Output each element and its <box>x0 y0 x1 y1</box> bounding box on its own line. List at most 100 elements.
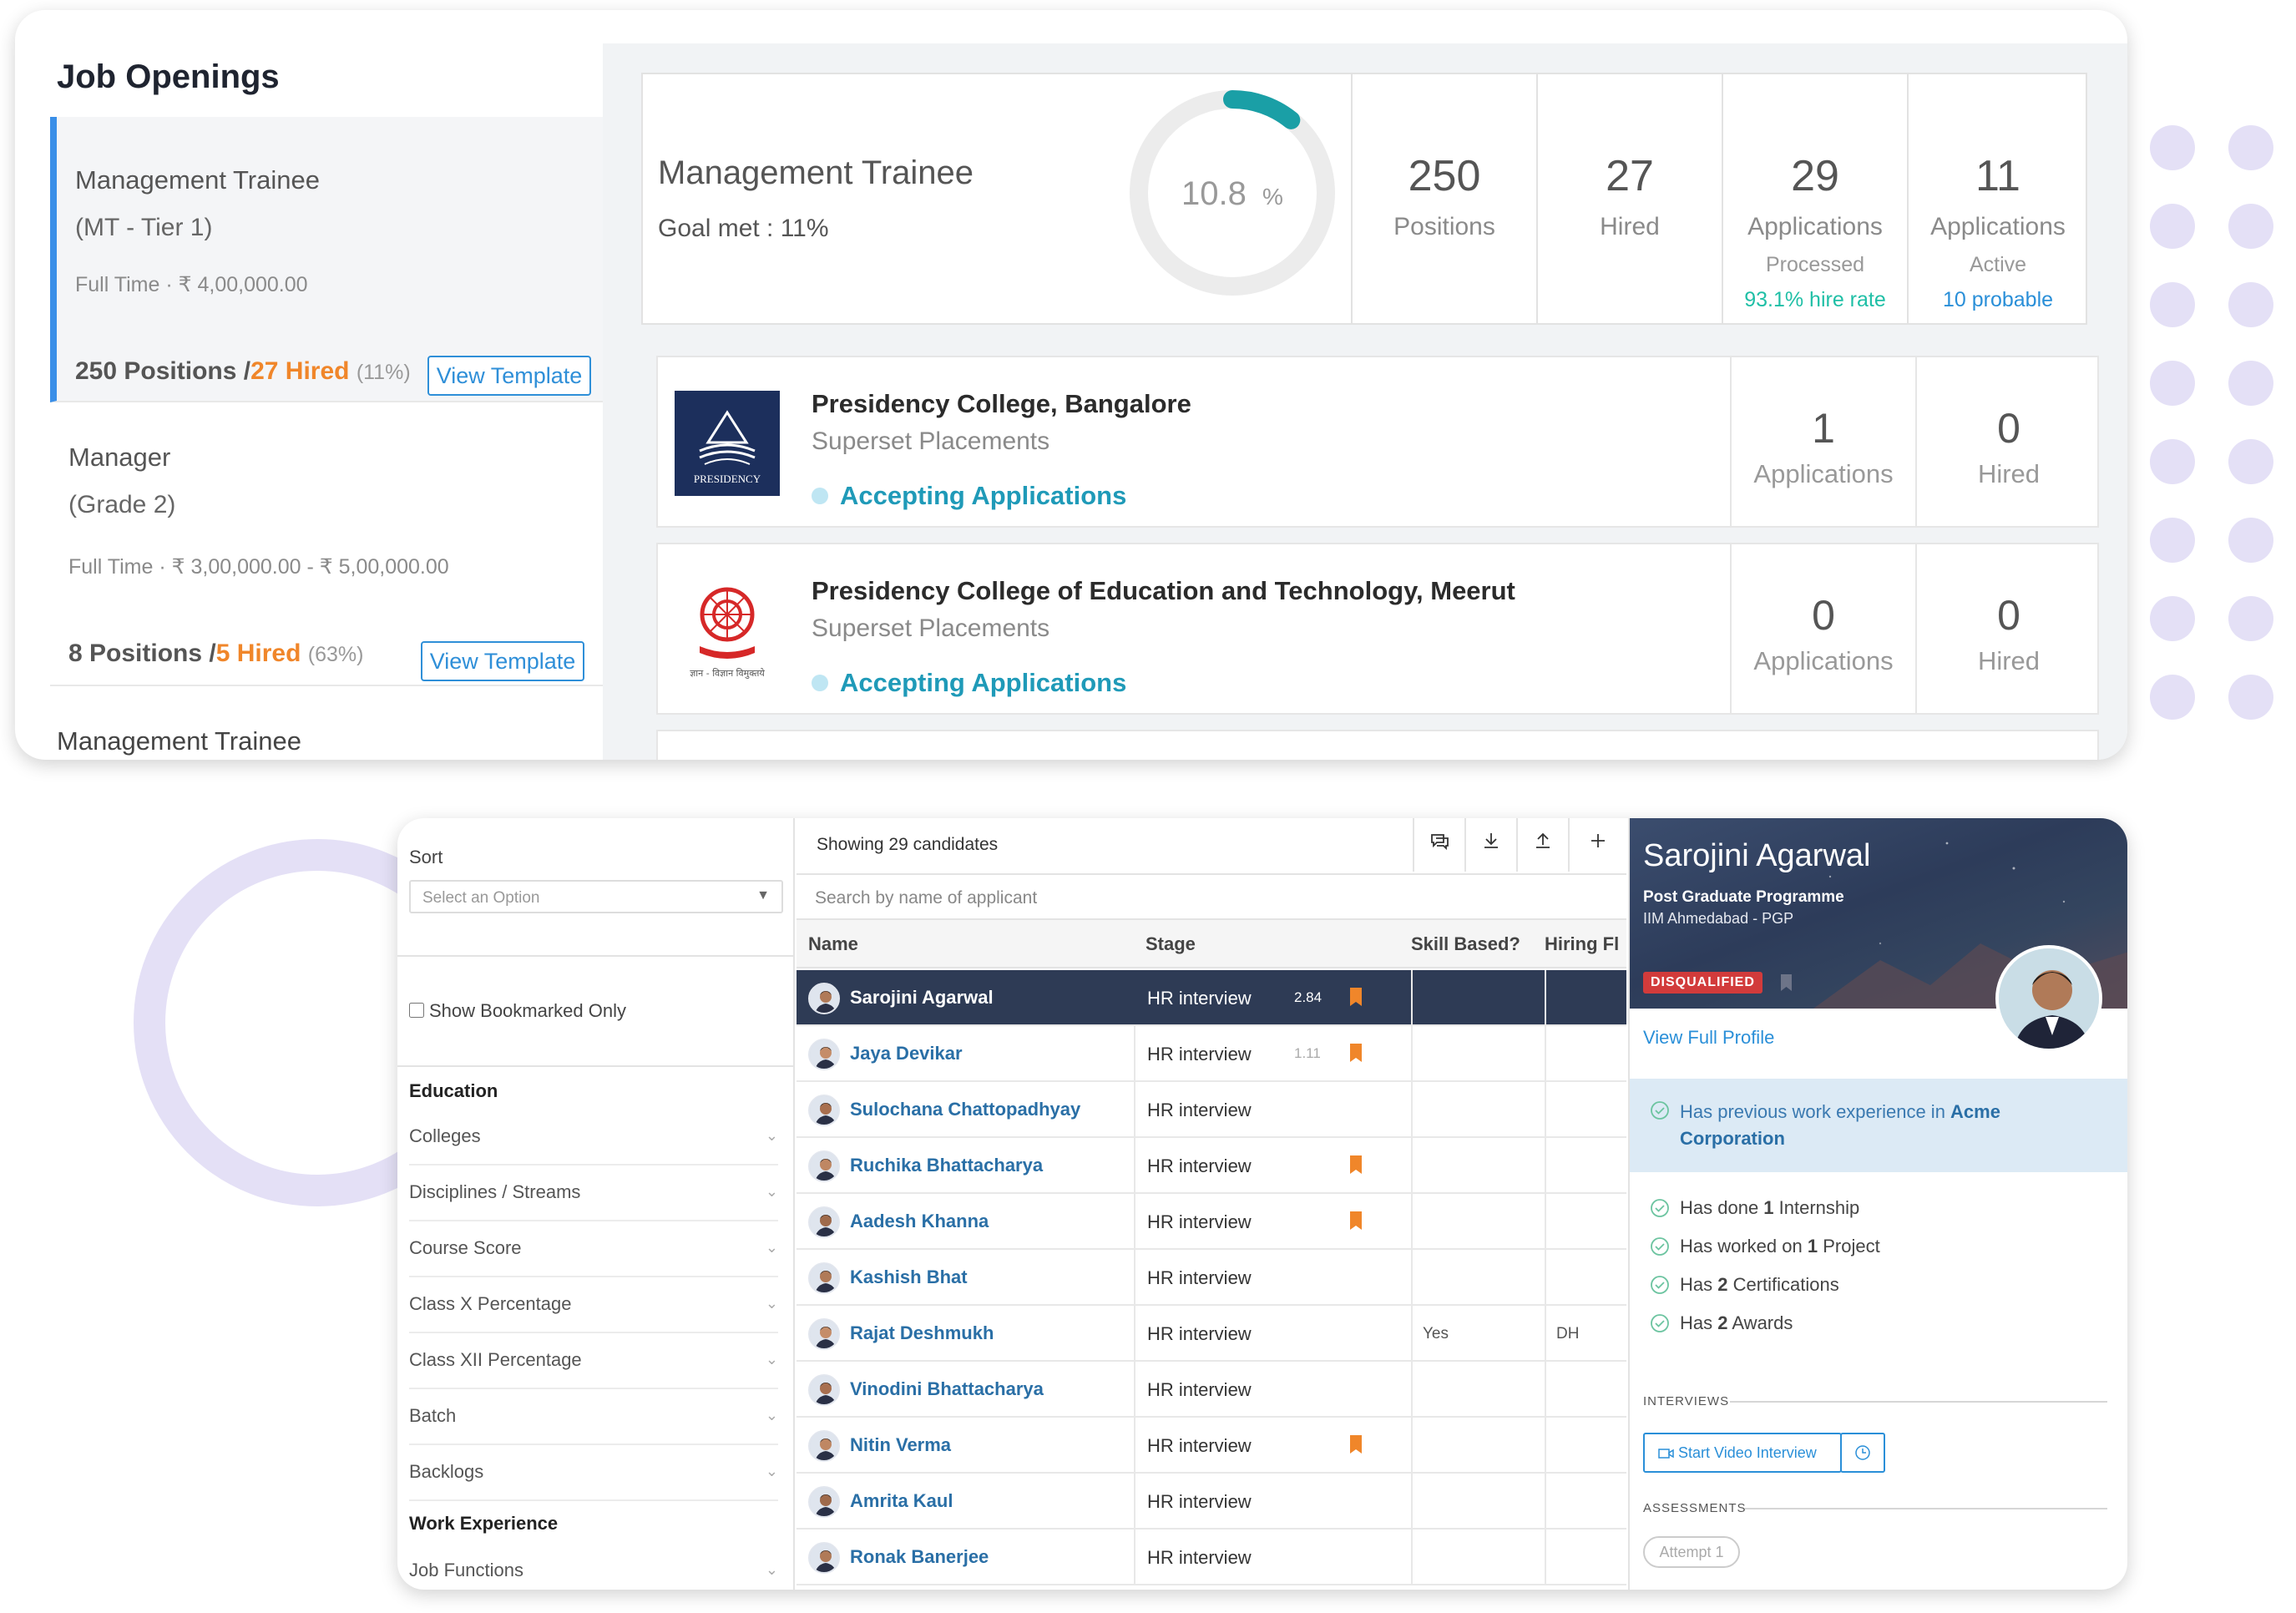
skill-based-cell <box>1411 1530 1545 1584</box>
candidates-table-pane: Showing 29 candidates Search by name of … <box>797 818 1626 1590</box>
view-template-button[interactable]: View Template <box>427 356 591 396</box>
column-stage[interactable]: Stage <box>1145 933 1196 955</box>
stage-cell: HR interview <box>1134 1250 1411 1304</box>
bookmark-icon[interactable] <box>1349 987 1363 1007</box>
stage-text: HR interview <box>1147 1267 1252 1288</box>
stat-positions: 250 Positions <box>1351 74 1536 323</box>
college-row[interactable]: PRESIDENCY Presidency College, Bangalore… <box>656 356 2099 528</box>
skill-based-cell <box>1411 970 1545 1024</box>
table-row[interactable]: Jaya Devikar HR interview 1.11 <box>797 1026 1626 1082</box>
view-template-button[interactable]: View Template <box>421 641 584 681</box>
bookmark-icon[interactable] <box>1349 1155 1363 1175</box>
candidate-name[interactable]: Nitin Verma <box>850 1434 951 1456</box>
column-name[interactable]: Name <box>808 933 858 955</box>
college-row[interactable]: ज्ञान - विज्ञान विमुक्तये Presidency Col… <box>656 543 2099 715</box>
start-video-interview-button[interactable]: Start Video Interview <box>1643 1433 1842 1473</box>
table-row[interactable]: Kashish Bhat HR interview <box>797 1250 1626 1306</box>
filter-class-xii[interactable]: Class XII Percentage ⌄ <box>409 1334 778 1389</box>
candidate-name[interactable]: Jaya Devikar <box>850 1043 963 1064</box>
candidate-name[interactable]: Rajat Deshmukh <box>850 1322 994 1344</box>
meerut-college-logo: ज्ञान - विज्ञान विमुक्तये <box>675 578 780 683</box>
candidate-name[interactable]: Sarojini Agarwal <box>850 987 994 1009</box>
goal-progress-unit: % <box>1262 184 1283 210</box>
filter-backlogs[interactable]: Backlogs ⌄ <box>409 1446 778 1501</box>
candidate-name[interactable]: Amrita Kaul <box>850 1490 953 1512</box>
chevron-down-icon: ⌄ <box>765 1239 778 1256</box>
table-row[interactable]: Sulochana Chattopadhyay HR interview <box>797 1082 1626 1138</box>
college-name[interactable]: Presidency College of Education and Tech… <box>812 576 1515 606</box>
interviews-label: INTERVIEWS <box>1643 1394 1730 1408</box>
table-row[interactable]: Nitin Verma HR interview <box>797 1418 1626 1474</box>
hired-percent: (11%) <box>356 361 411 384</box>
download-icon[interactable] <box>1464 818 1516 872</box>
chevron-down-icon: ⌄ <box>765 1183 778 1200</box>
bookmark-icon[interactable] <box>1349 1211 1363 1231</box>
status-label: Accepting Applications <box>840 668 1127 697</box>
sort-select[interactable]: Select an Option ▼ <box>409 880 783 913</box>
college-status: Accepting Applications <box>812 668 1126 698</box>
stat-sublabel: Processed <box>1765 253 1865 276</box>
table-row[interactable]: Sarojini Agarwal HR interview 2.84 <box>797 970 1626 1026</box>
candidate-school: IIM Ahmedabad - PGP <box>1643 910 1794 927</box>
avatar <box>808 1262 840 1294</box>
job-item-manager[interactable]: Manager (Grade 2) Full Time · ₹ 3,00,000… <box>50 402 603 686</box>
bookmark-icon[interactable] <box>1349 1434 1363 1454</box>
hiring-flow-cell <box>1545 1418 1626 1472</box>
search-placeholder: Search by name of applicant <box>815 888 1038 908</box>
college-row-partial[interactable] <box>656 730 2099 760</box>
table-row[interactable]: Aadesh Khanna HR interview <box>797 1194 1626 1250</box>
candidate-name[interactable]: Aadesh Khanna <box>850 1211 989 1232</box>
plus-icon[interactable] <box>1568 818 1626 872</box>
candidate-name[interactable]: Vinodini Bhattacharya <box>850 1378 1044 1400</box>
table-row[interactable]: Rajat Deshmukh HR interview Yes DH <box>797 1306 1626 1362</box>
count: 0 <box>1997 592 2020 639</box>
filter-batch[interactable]: Batch ⌄ <box>409 1390 778 1445</box>
bookmark-icon[interactable] <box>1780 973 1793 992</box>
filter-class-x[interactable]: Class X Percentage ⌄ <box>409 1278 778 1333</box>
candidate-name[interactable]: Kashish Bhat <box>850 1267 968 1288</box>
view-full-profile-link[interactable]: View Full Profile <box>1643 1027 1774 1049</box>
filter-disciplines[interactable]: Disciplines / Streams ⌄ <box>409 1166 778 1221</box>
table-row[interactable]: Ruchika Bhattacharya HR interview <box>797 1138 1626 1194</box>
hiring-flow-cell <box>1545 970 1626 1024</box>
attempt-chip[interactable]: Attempt 1 <box>1643 1536 1740 1568</box>
check-circle-icon <box>1651 1199 1669 1217</box>
column-skill-based[interactable]: Skill Based? <box>1411 933 1520 955</box>
checkbox[interactable] <box>409 1003 424 1019</box>
bookmarked-only-checkbox[interactable]: Show Bookmarked Only <box>409 1000 626 1022</box>
job-summary-panel: Management Trainee Goal met : 11% 10.8 %… <box>641 73 2087 325</box>
candidate-name[interactable]: Ruchika Bhattacharya <box>850 1155 1043 1176</box>
hiring-flow-cell <box>1545 1250 1626 1304</box>
applicant-search-input[interactable]: Search by name of applicant <box>797 873 1626 920</box>
college-name[interactable]: Presidency College, Bangalore <box>812 389 1191 419</box>
column-hiring-flow[interactable]: Hiring Fl <box>1545 933 1619 955</box>
job-item-partial[interactable]: Management Trainee <box>57 726 301 756</box>
stage-text: HR interview <box>1147 1379 1252 1400</box>
stat-hired: 27 Hired <box>1536 74 1722 323</box>
table-row[interactable]: Amrita Kaul HR interview <box>797 1474 1626 1530</box>
candidate-name[interactable]: Ronak Banerjee <box>850 1546 989 1568</box>
stat-label: Applications <box>1747 213 1883 240</box>
filter-colleges[interactable]: Colleges ⌄ <box>409 1110 778 1166</box>
bookmark-icon[interactable] <box>1349 1043 1363 1063</box>
filters-sidebar: Sort Select an Option ▼ Show Bookmarked … <box>397 818 795 1590</box>
chevron-down-icon: ⌄ <box>765 1407 778 1423</box>
job-item-management-trainee[interactable]: Management Trainee (MT - Tier 1) Full Ti… <box>50 117 603 402</box>
avatar <box>808 1039 840 1070</box>
fact-text: Has worked on 1 Project <box>1680 1236 1880 1257</box>
positions-count: 250 Positions / <box>75 357 251 385</box>
dropdown-caret-icon: ▼ <box>756 888 770 903</box>
schedule-interview-button[interactable] <box>1840 1433 1885 1473</box>
job-openings-list: Management Trainee (MT - Tier 1) Full Ti… <box>50 117 603 760</box>
score: 2.84 <box>1294 989 1322 1005</box>
upload-icon[interactable] <box>1516 818 1568 872</box>
goal-met: Goal met : 11% <box>658 215 829 242</box>
education-heading: Education <box>409 1080 498 1101</box>
job-meta: Full Time · ₹ 3,00,000.00 - ₹ 5,00,000.0… <box>68 555 449 579</box>
table-row[interactable]: Ronak Banerjee HR interview <box>797 1530 1626 1585</box>
comment-icon[interactable] <box>1413 818 1464 872</box>
table-row[interactable]: Vinodini Bhattacharya HR interview <box>797 1362 1626 1418</box>
filter-course-score[interactable]: Course Score ⌄ <box>409 1222 778 1277</box>
candidate-name[interactable]: Sulochana Chattopadhyay <box>850 1099 1080 1120</box>
filter-job-functions[interactable]: Job Functions ⌄ <box>409 1545 778 1590</box>
